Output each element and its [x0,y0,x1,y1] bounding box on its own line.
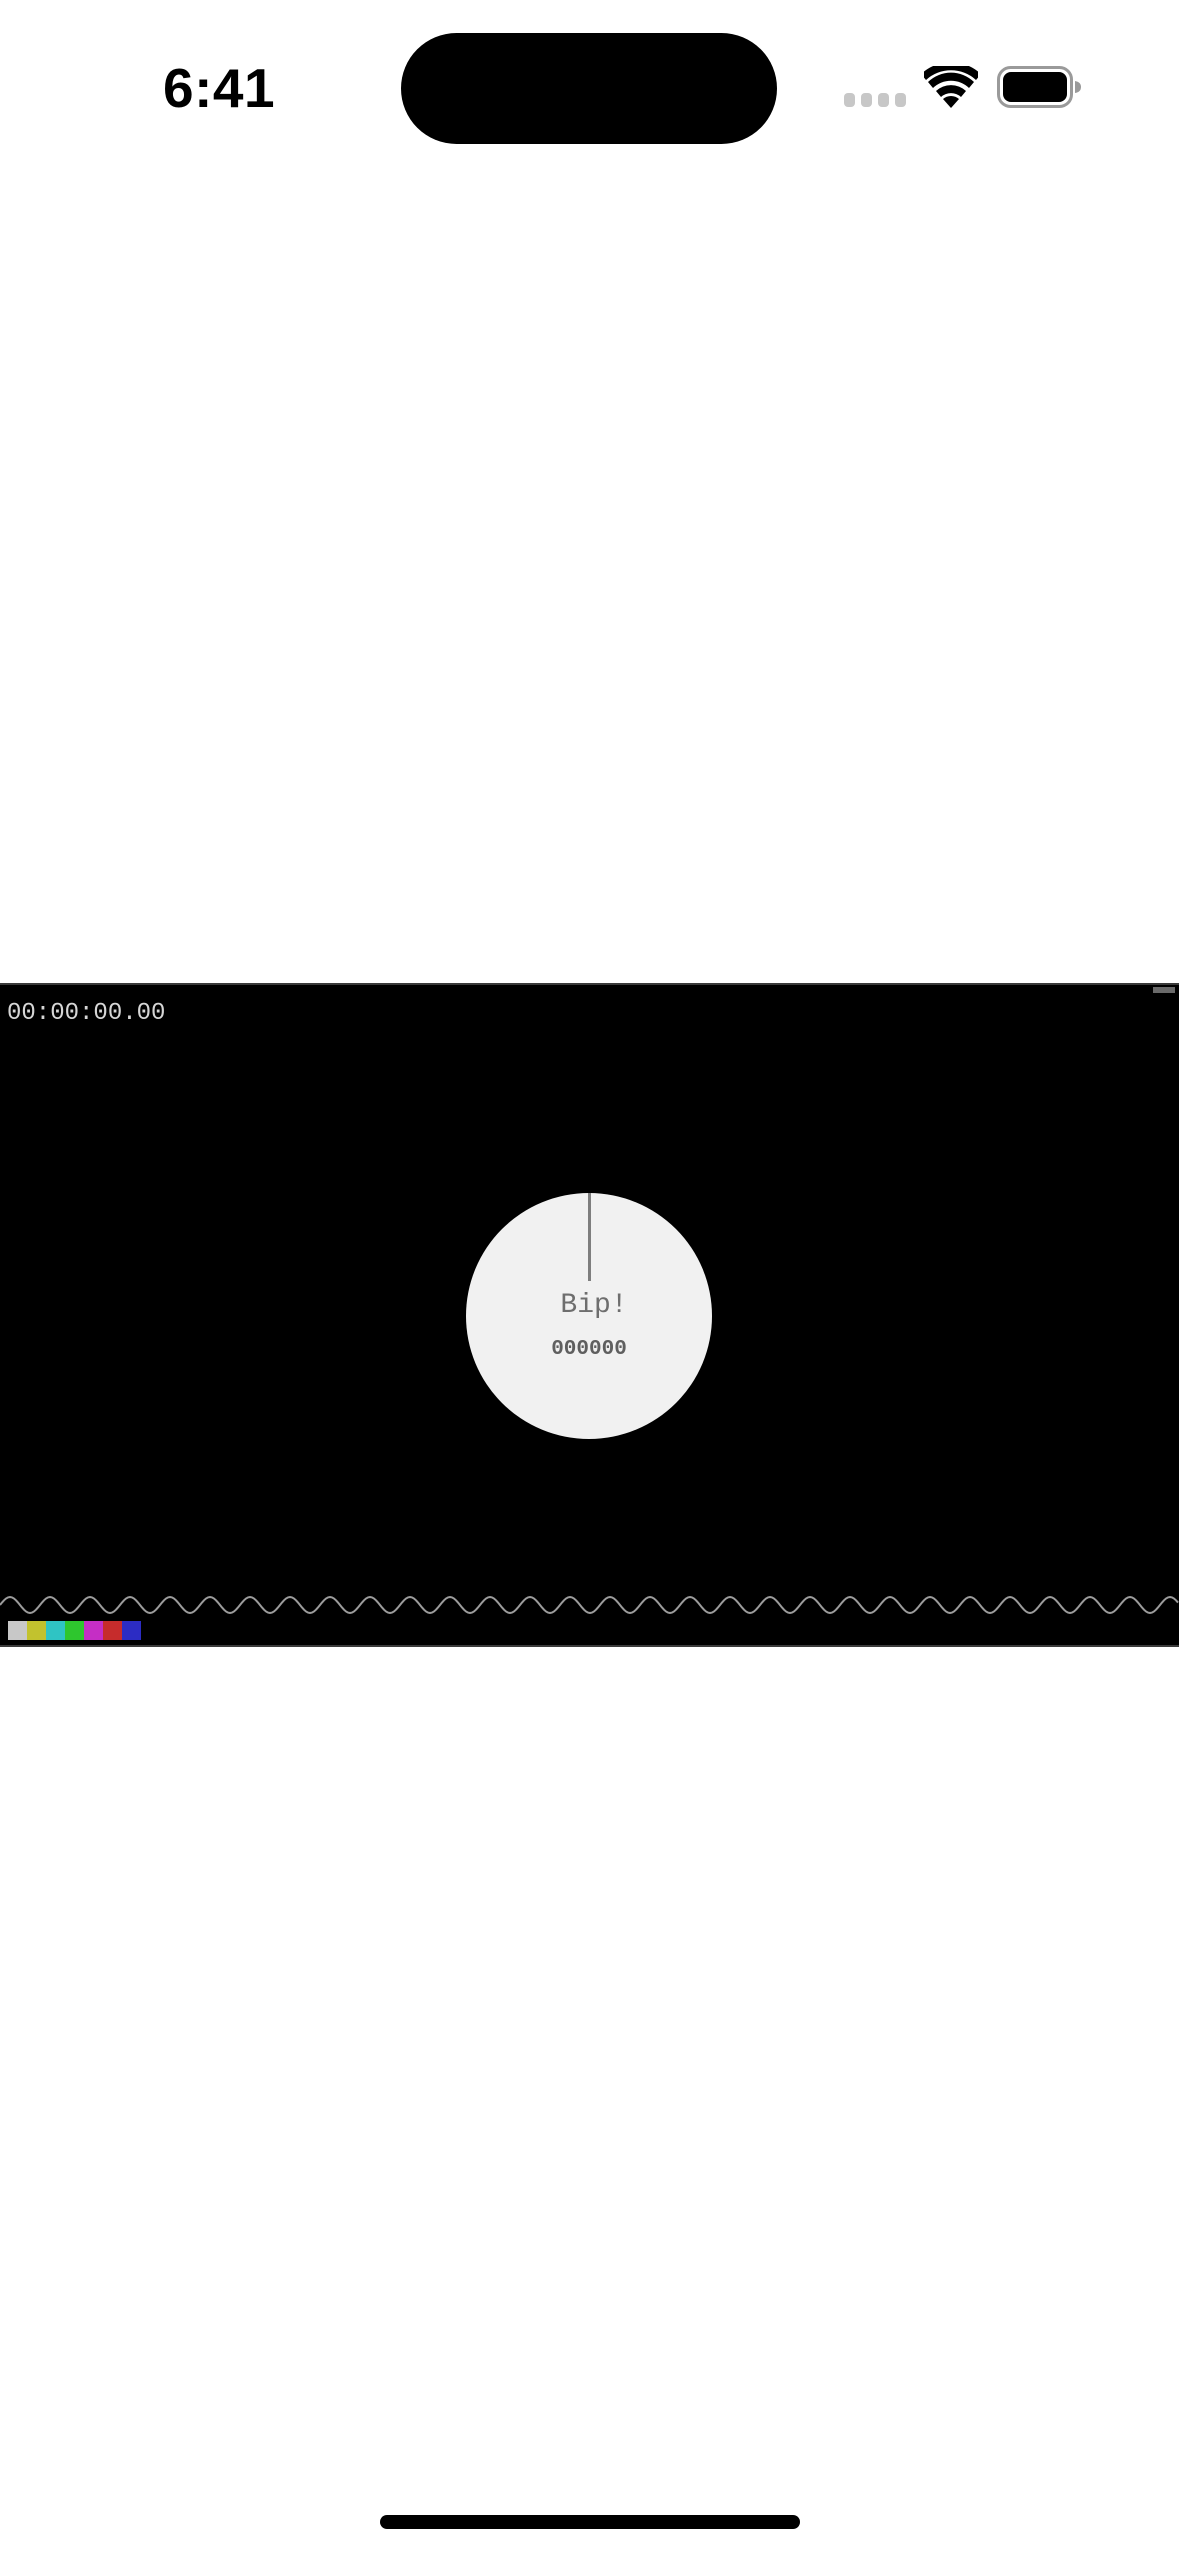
color-bar [65,1621,84,1640]
video-player[interactable]: 00:00:00.00 Bip! 000000 [0,983,1179,1647]
cellular-signal-icon [844,93,906,107]
frame-counter: 000000 [551,1338,627,1361]
color-bar [27,1621,46,1640]
beep-label: Bip! [560,1290,628,1321]
corner-marker [1153,987,1175,993]
dynamic-island [401,33,777,144]
color-bar [84,1621,103,1640]
battery-icon [997,66,1081,108]
timecode: 00:00:00.00 [7,1000,166,1027]
color-bar [46,1621,65,1640]
video-frame-border-bottom [0,1645,1179,1647]
wifi-icon [924,66,978,108]
status-time: 6:41 [163,57,276,119]
countdown-clock: Bip! 000000 [466,1193,712,1439]
video-frame-border-top [0,983,1179,985]
audio-waveform [0,1595,1179,1615]
status-bar: 6:41 [0,0,1179,180]
color-bar [103,1621,122,1640]
clock-hand [588,1193,591,1281]
color-bar [122,1621,141,1640]
home-indicator[interactable] [380,2515,800,2529]
color-bars [8,1621,141,1640]
color-bar [8,1621,27,1640]
